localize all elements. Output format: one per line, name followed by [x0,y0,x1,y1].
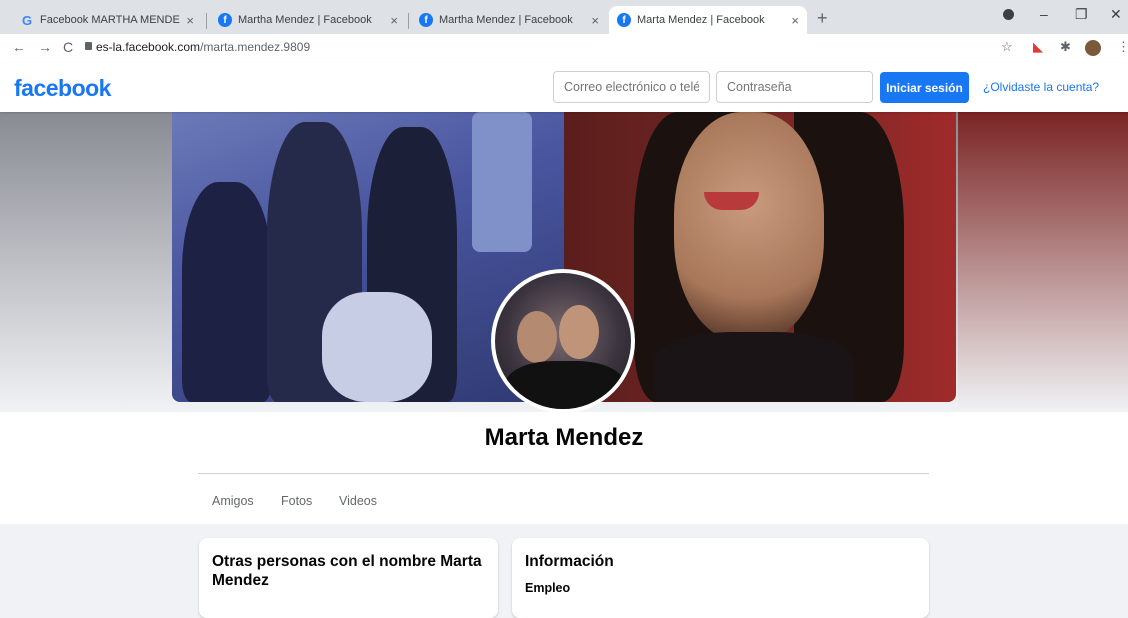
browser-toolbar: ← → C es-la.facebook.com/marta.mendez.98… [0,34,1128,64]
extensions-puzzle-icon[interactable]: ✱ [1060,39,1071,55]
minimize-icon[interactable]: – [1040,6,1048,22]
tab-title: Marta Mendez | Facebook [637,14,765,26]
avatar-icon[interactable] [1085,40,1101,56]
info-employment: Empleo [525,581,571,595]
tab-title: Facebook MARTHA MENDEZ SO [40,14,180,26]
others-card-title: Otras personas con el nombre Marta Mende… [212,553,482,589]
browser-tab[interactable]: f Martha Mendez | Facebook × [210,6,406,34]
others-card: Otras personas con el nombre Marta Mende… [199,538,498,618]
tab-videos[interactable]: Videos [339,494,377,508]
tab-amigos[interactable]: Amigos [212,494,254,508]
profile-name: Marta Mendez [484,424,644,451]
profile-icon[interactable] [1003,9,1014,20]
close-window-icon[interactable]: ✕ [1110,6,1122,23]
browser-tab[interactable]: f Martha Mendez | Facebook × [411,6,607,34]
close-tab-icon[interactable]: × [390,13,398,28]
facebook-header: facebook Iniciar sesión ¿Olvidaste la cu… [0,63,1128,112]
facebook-icon: f [617,13,631,27]
password-input[interactable] [716,71,873,103]
profile-avatar[interactable] [491,269,635,413]
close-tab-icon[interactable]: × [791,13,799,28]
forward-icon[interactable]: → [38,39,52,55]
url-path: /marta.mendez.9809 [200,40,311,54]
back-icon[interactable]: ← [12,39,26,55]
facebook-icon: f [419,13,433,27]
tab-title: Martha Mendez | Facebook [238,14,372,26]
browser-tab-active[interactable]: f Marta Mendez | Facebook × [609,6,807,34]
tab-title: Martha Mendez | Facebook [439,14,573,26]
google-icon: G [21,12,33,28]
facebook-logo[interactable]: facebook [14,75,111,102]
info-card-title: Información [525,553,614,570]
email-input[interactable] [553,71,710,103]
forgot-account-link[interactable]: ¿Olvidaste la cuenta? [983,80,1099,94]
tab-fotos[interactable]: Fotos [281,494,312,508]
info-card: Información Empleo [512,538,929,618]
menu-dots-icon[interactable]: ⋮ [1117,39,1128,55]
browser-tab[interactable]: G Facebook MARTHA MENDEZ SO × [12,6,202,34]
close-tab-icon[interactable]: × [186,13,194,28]
extension-icon[interactable]: ◣ [1033,39,1043,55]
lock-icon [85,42,92,50]
reload-icon[interactable]: C [63,39,73,55]
maximize-icon[interactable]: ❐ [1075,6,1088,23]
address-bar[interactable]: es-la.facebook.com/marta.mendez.9809 [96,40,310,54]
close-tab-icon[interactable]: × [591,13,599,28]
new-tab-icon[interactable]: + [817,8,828,29]
url-host: es-la.facebook.com [96,40,201,54]
bookmark-star-icon[interactable]: ☆ [1001,39,1013,55]
login-button[interactable]: Iniciar sesión [880,72,969,103]
facebook-icon: f [218,13,232,27]
divider [198,473,929,474]
browser-tab-strip: G Facebook MARTHA MENDEZ SO × f Martha M… [0,0,1128,34]
